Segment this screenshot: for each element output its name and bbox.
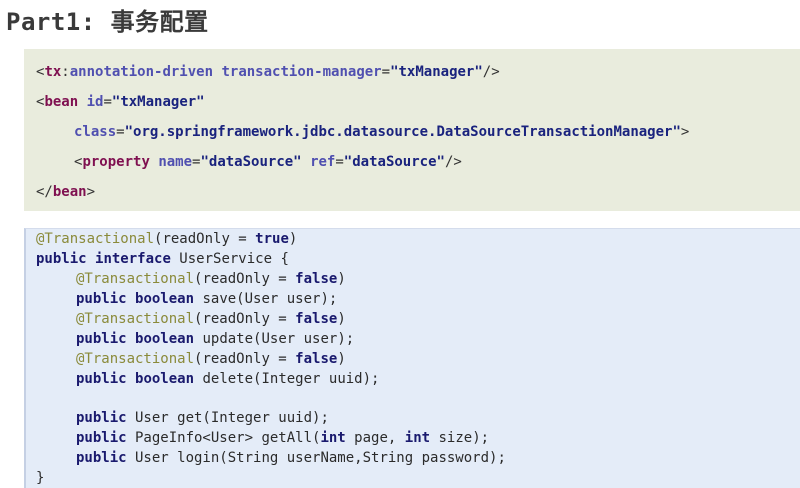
xml-tagname: annotation-driven (69, 64, 214, 80)
keyword: true (255, 231, 289, 247)
keyword: false (295, 351, 338, 367)
code-line: public boolean save(User user); (76, 290, 337, 308)
xml-value: "dataSource" (200, 154, 302, 170)
keyword: public (76, 410, 127, 426)
keyword: public (76, 331, 127, 347)
xml-line-bean-open: <bean id="txManager" (36, 93, 205, 111)
xml-punct: = (335, 154, 344, 170)
xml-punct: > (680, 124, 690, 140)
code-line: @Transactional(readOnly = false) (76, 310, 346, 328)
code-line: @Transactional(readOnly = false) (76, 350, 346, 368)
code-line: public User login(String userName,String… (76, 449, 506, 467)
closing-brace: } (36, 470, 45, 486)
xml-tag: bean (44, 94, 79, 110)
code-text: ) (337, 271, 346, 287)
keyword: int (320, 430, 346, 446)
code-text: save(User user); (194, 291, 338, 307)
xml-attr: name (158, 154, 193, 170)
keyword: public (76, 430, 127, 446)
xml-attr: id (86, 94, 104, 110)
xml-value: "dataSource" (343, 154, 445, 170)
keyword: boolean (135, 331, 195, 347)
keyword: public (36, 251, 87, 267)
code-text: (readOnly = (194, 351, 296, 367)
xml-space (302, 154, 310, 170)
xml-attr: ref (310, 154, 336, 170)
xml-tag: property (82, 154, 150, 170)
xml-punct: = (381, 64, 391, 80)
code-line: public boolean update(User user); (76, 330, 354, 348)
keyword: int (404, 430, 431, 446)
xml-value: "txManager" (390, 64, 483, 80)
annotation: @Transactional (36, 231, 155, 247)
code-text: page, (345, 430, 405, 446)
code-text: ) (288, 231, 298, 247)
code-text: update(User user); (194, 331, 355, 347)
xml-line-bean-close: </bean> (36, 183, 95, 201)
xml-space (78, 94, 86, 110)
code-text: delete(Integer uuid); (194, 371, 380, 387)
xml-value: "txManager" (111, 94, 205, 110)
code-text: (readOnly = (154, 231, 256, 247)
code-text: ) (337, 351, 346, 367)
xml-line-annotation-driven: <tx:annotation-driven transaction-manage… (36, 63, 500, 81)
xml-punct: </ (36, 184, 53, 200)
code-line: } (36, 469, 44, 487)
code-text: User get(Integer uuid); (126, 410, 329, 426)
xml-line-property: <property name="dataSource" ref="dataSou… (74, 153, 462, 171)
code-line: @Transactional(readOnly = false) (76, 270, 346, 288)
code-text: User login(String userName,String passwo… (126, 450, 506, 466)
keyword: public (76, 291, 127, 307)
keyword: boolean (135, 371, 195, 387)
code-text: size); (430, 430, 490, 446)
xml-line-bean-class: class="org.springframework.jdbc.datasour… (74, 123, 689, 141)
code-line: public boolean delete(Integer uuid); (76, 370, 379, 388)
code-text: (readOnly = (194, 311, 296, 327)
xml-value: "org.springframework.jdbc.datasource.Dat… (124, 124, 681, 140)
code-text: ) (337, 311, 346, 327)
page-title: Part1: 事务配置 (6, 8, 209, 36)
annotation: @Transactional (76, 351, 195, 367)
keyword: public (76, 371, 127, 387)
xml-punct: = (103, 94, 112, 110)
keyword: public (76, 450, 127, 466)
xml-tag: bean (52, 184, 87, 200)
keyword: false (295, 271, 338, 287)
code-line: public PageInfo<User> getAll(int page, i… (76, 429, 489, 447)
xml-punct: > (86, 184, 96, 200)
keyword: boolean (135, 291, 195, 307)
code-text: (readOnly = (194, 271, 296, 287)
xml-attr: transaction-manager (221, 64, 382, 80)
xml-config-block: <tx:annotation-driven transaction-manage… (24, 49, 800, 211)
code-line: public interface UserService { (36, 250, 289, 268)
java-code-block: @Transactional(readOnly = true) public i… (24, 228, 800, 488)
code-text: UserService { (170, 251, 289, 267)
code-line: public User get(Integer uuid); (76, 409, 329, 427)
code-text: PageInfo<User> getAll( (126, 430, 321, 446)
annotation: @Transactional (76, 271, 195, 287)
xml-punct: /> (444, 154, 462, 170)
keyword: false (295, 311, 338, 327)
xml-punct: : (61, 64, 70, 80)
keyword: interface (95, 251, 171, 267)
code-line: @Transactional(readOnly = true) (36, 230, 297, 248)
xml-prefix: tx (44, 64, 62, 80)
xml-punct: /> (482, 64, 500, 80)
annotation: @Transactional (76, 311, 195, 327)
xml-punct: = (116, 124, 125, 140)
xml-attr: class (74, 124, 117, 140)
